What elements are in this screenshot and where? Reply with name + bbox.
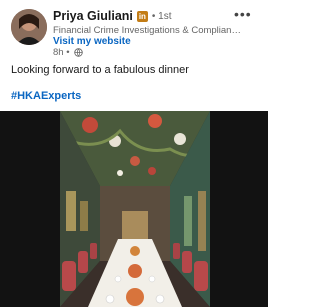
connection-degree: • 1st	[151, 10, 172, 22]
author-name-row: Priya Giuliani in • 1st	[53, 8, 172, 24]
hashtag-link[interactable]: #HKAExperts	[11, 90, 81, 102]
post-time-row: 8h •	[53, 47, 83, 58]
more-options-icon[interactable]: •••	[234, 6, 252, 22]
post-timestamp: 8h •	[53, 47, 70, 58]
author-headline: Financial Crime Investigations & Complia…	[53, 25, 241, 36]
post-text: Looking forward to a fabulous dinner	[11, 64, 189, 76]
author-avatar[interactable]	[11, 9, 47, 45]
author-name[interactable]: Priya Giuliani	[53, 9, 133, 23]
visit-website-link[interactable]: Visit my website	[53, 36, 131, 47]
avatar-photo	[11, 9, 47, 45]
premium-badge-icon: in	[136, 10, 148, 22]
globe-icon	[73, 48, 83, 57]
restaurant-photo	[60, 111, 210, 307]
post-image[interactable]	[0, 111, 268, 307]
